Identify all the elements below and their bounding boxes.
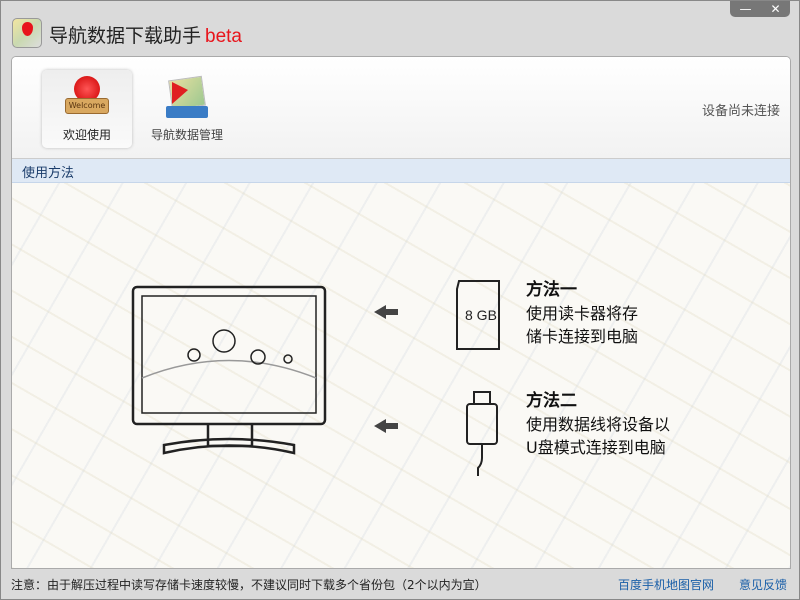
window-controls: — ✕ [730,1,790,17]
map-data-icon [164,75,210,122]
toolbar: Welcome 欢迎使用 导航数据管理 设备尚未连接 [12,57,790,159]
close-button[interactable]: ✕ [770,2,780,16]
nav-map-data-label: 导航数据管理 [150,128,223,142]
method-one: 方法一 使用读卡器将存 储卡连接到电脑 [526,280,639,346]
nav-welcome-label: 欢迎使用 [62,128,111,142]
svg-text:8 GB: 8 GB [465,307,497,323]
method-two: 方法二 使用数据线将设备以 U盘模式连接到电脑 [526,391,671,457]
nav-map-data[interactable]: 导航数据管理 [142,70,232,148]
official-site-link[interactable]: 百度手机地图官网 [618,576,714,593]
notice-text: 注意：由于解压过程中读写存储卡速度较慢，不建议同时下载多个省份包（2个以内为宜） [11,578,487,592]
device-status: 设备尚未连接 [701,104,780,119]
section-title: 使用方法 [12,159,790,183]
app-icon [12,18,42,48]
instructions-area: 8 GB 方法一 使用读卡器将存 储卡连接到电脑 方法二 使用数据线将设备以 U盘模式连… [12,183,790,568]
main-panel: Welcome 欢迎使用 导航数据管理 设备尚未连接 使用方法 8 GB 方法一… [11,56,791,569]
monitor-icon [131,285,327,455]
nav-welcome[interactable]: Welcome 欢迎使用 [42,70,132,148]
status-bar: 注意：由于解压过程中读写存储卡速度较慢，不建议同时下载多个省份包（2个以内为宜）… [11,576,789,593]
welcome-icon: Welcome [64,76,110,122]
connection-illustration: 8 GB [131,280,500,476]
feedback-link[interactable]: 意见反馈 [739,576,787,593]
usb-cable-icon [466,391,498,476]
minimize-button[interactable]: — [739,2,751,16]
arrow-left-icon [374,305,398,433]
window-title: 导航数据下载助手 beta [49,25,242,47]
